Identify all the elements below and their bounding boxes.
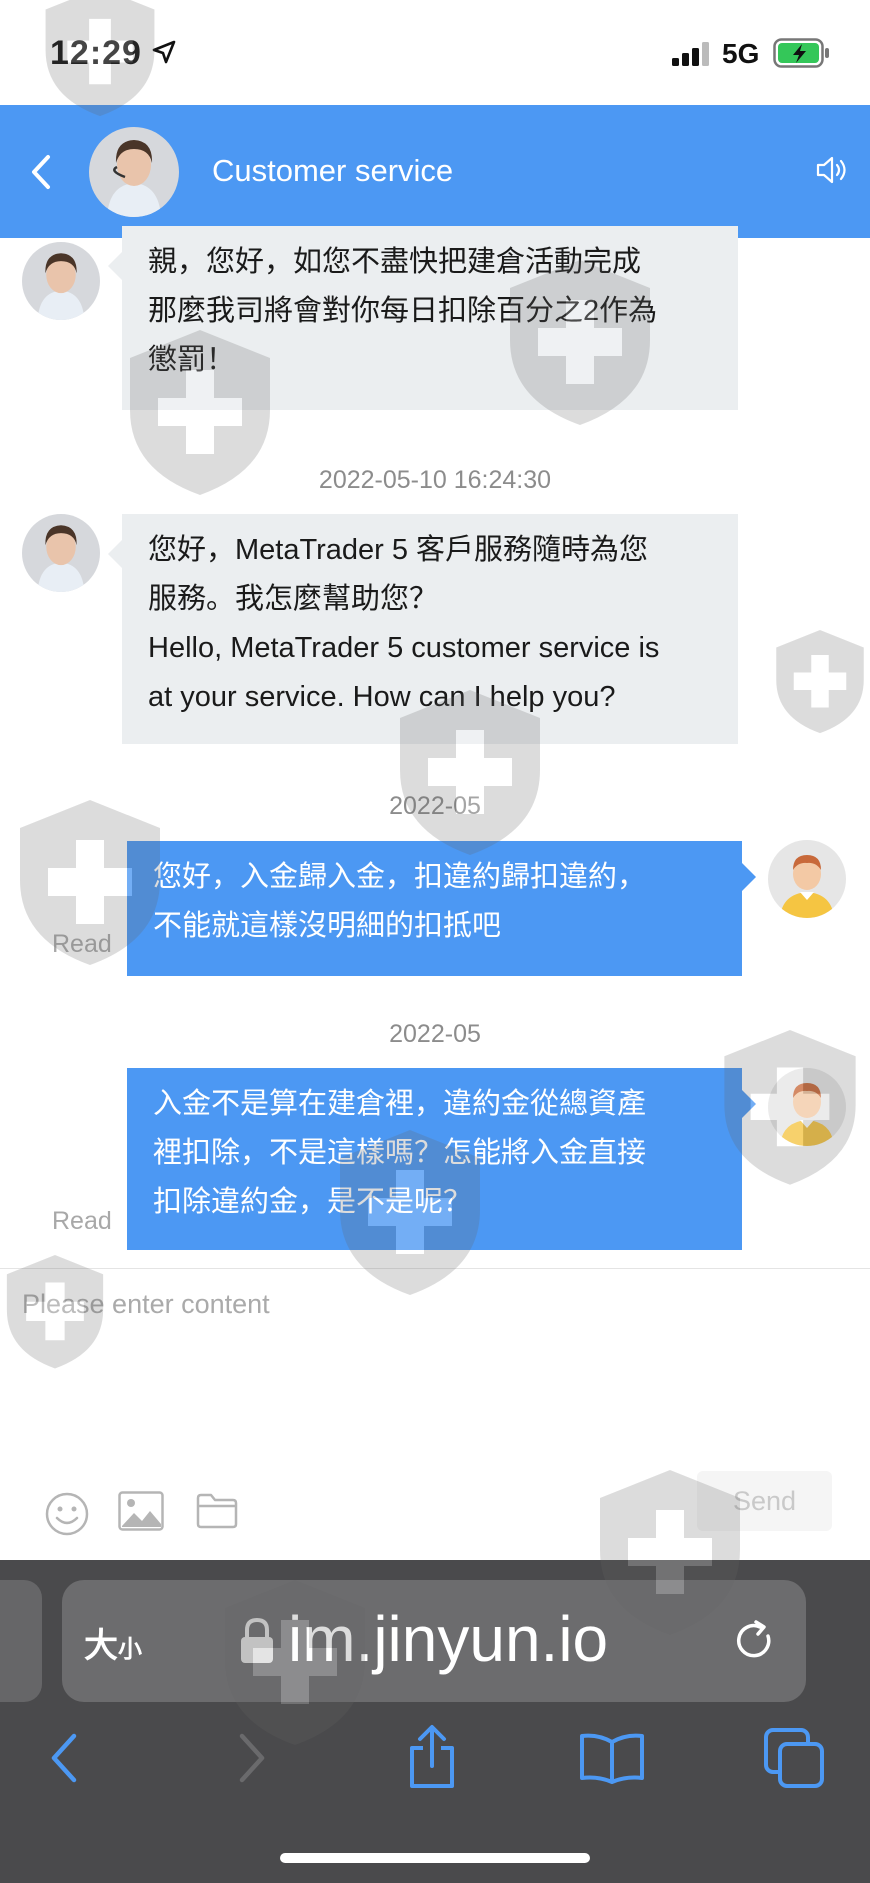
message-bubble-incoming[interactable]: 您好，MetaTrader 5 客戶服務隨時為您 服務。我怎麼幫助您？ Hell… [108, 514, 738, 744]
battery-charging-icon [773, 38, 829, 68]
read-receipt: Read [52, 930, 112, 958]
reload-icon[interactable] [732, 1618, 778, 1664]
message-text: 那麼我司將會對你每日扣除百分之2作為 [148, 295, 658, 327]
back-chevron-icon[interactable] [28, 153, 54, 191]
folder-icon[interactable] [196, 1493, 238, 1529]
home-indicator [280, 1853, 590, 1863]
message-timestamp: 2022-05 [389, 792, 481, 820]
read-receipt: Read [52, 1207, 112, 1235]
agent-avatar[interactable] [89, 127, 179, 217]
url-text: im.jinyun.io [288, 1603, 609, 1675]
chat-title: Customer service [212, 153, 454, 188]
message-timestamp: 2022-05 [389, 1020, 481, 1048]
address-bar[interactable]: 大小 im.jinyun.io [62, 1580, 806, 1702]
message-text: 入金不是算在建倉裡，違約金從總資產 [153, 1088, 647, 1120]
agent-avatar[interactable] [22, 514, 100, 592]
message-text: at your service. How can I help you? [148, 681, 616, 713]
message-text: Hello, MetaTrader 5 customer service is [148, 632, 660, 664]
user-avatar[interactable] [768, 1068, 846, 1146]
message-text: 您好，MetaTrader 5 客戶服務隨時為您 [148, 534, 649, 566]
status-bar: 12:29 5G [0, 0, 870, 105]
emoji-icon[interactable] [44, 1491, 90, 1537]
text-size-big: 大 [84, 1627, 118, 1665]
message-bubble-outgoing[interactable]: 入金不是算在建倉裡，違約金從總資產 裡扣除，不是這樣嗎？怎能將入金直接 扣除違約… [127, 1068, 756, 1250]
network-type: 5G [722, 38, 760, 69]
forward-icon[interactable] [234, 1730, 270, 1786]
message-bubble-outgoing[interactable]: 您好，入金歸入金，扣違約歸扣違約， 不能就這樣沒明細的扣抵吧 [127, 841, 756, 976]
share-icon[interactable] [404, 1724, 460, 1790]
message-bubble-incoming[interactable]: 親，您好，如您不盡快把建倉活動完成 那麼我司將會對你每日扣除百分之2作為 懲罰！ [108, 226, 738, 410]
chat-header: Customer service [0, 105, 870, 238]
message-text: 裡扣除，不是這樣嗎？怎能將入金直接 [153, 1137, 647, 1169]
text-size-button[interactable]: 大小 [84, 1618, 142, 1667]
message-text: 親，您好，如您不盡快把建倉活動完成 [148, 246, 642, 278]
status-time: 12:29 [50, 34, 142, 72]
user-avatar[interactable] [768, 840, 846, 918]
back-icon[interactable] [46, 1730, 82, 1786]
message-list[interactable]: 親，您好，如您不盡快把建倉活動完成 那麼我司將會對你每日扣除百分之2作為 懲罰！… [0, 226, 870, 1268]
speaker-icon[interactable] [816, 155, 848, 185]
message-input[interactable] [22, 1289, 842, 1449]
browser-toolbar: 大小 im.jinyun.io [0, 1560, 870, 1883]
signal-bars-icon [672, 42, 709, 66]
tabs-icon[interactable] [762, 1726, 826, 1790]
message-timestamp: 2022-05-10 16:24:30 [318, 466, 552, 494]
bookmarks-icon[interactable] [578, 1732, 646, 1784]
previous-tab[interactable] [0, 1580, 42, 1702]
send-button[interactable]: Send [697, 1471, 832, 1531]
message-composer: Send [0, 1268, 870, 1561]
message-text: 懲罰！ [148, 344, 236, 376]
message-text: 不能就這樣沒明細的扣抵吧 [153, 910, 502, 942]
message-text: 服務。我怎麼幫助您？ [148, 583, 439, 615]
image-icon[interactable] [118, 1491, 164, 1531]
lock-icon [241, 1617, 273, 1663]
agent-avatar[interactable] [22, 242, 100, 320]
message-text: 扣除違約金，是不是呢？ [153, 1186, 473, 1218]
location-arrow-icon [152, 40, 176, 64]
text-size-small: 小 [118, 1636, 142, 1663]
message-text: 您好，入金歸入金，扣違約歸扣違約， [153, 861, 647, 893]
